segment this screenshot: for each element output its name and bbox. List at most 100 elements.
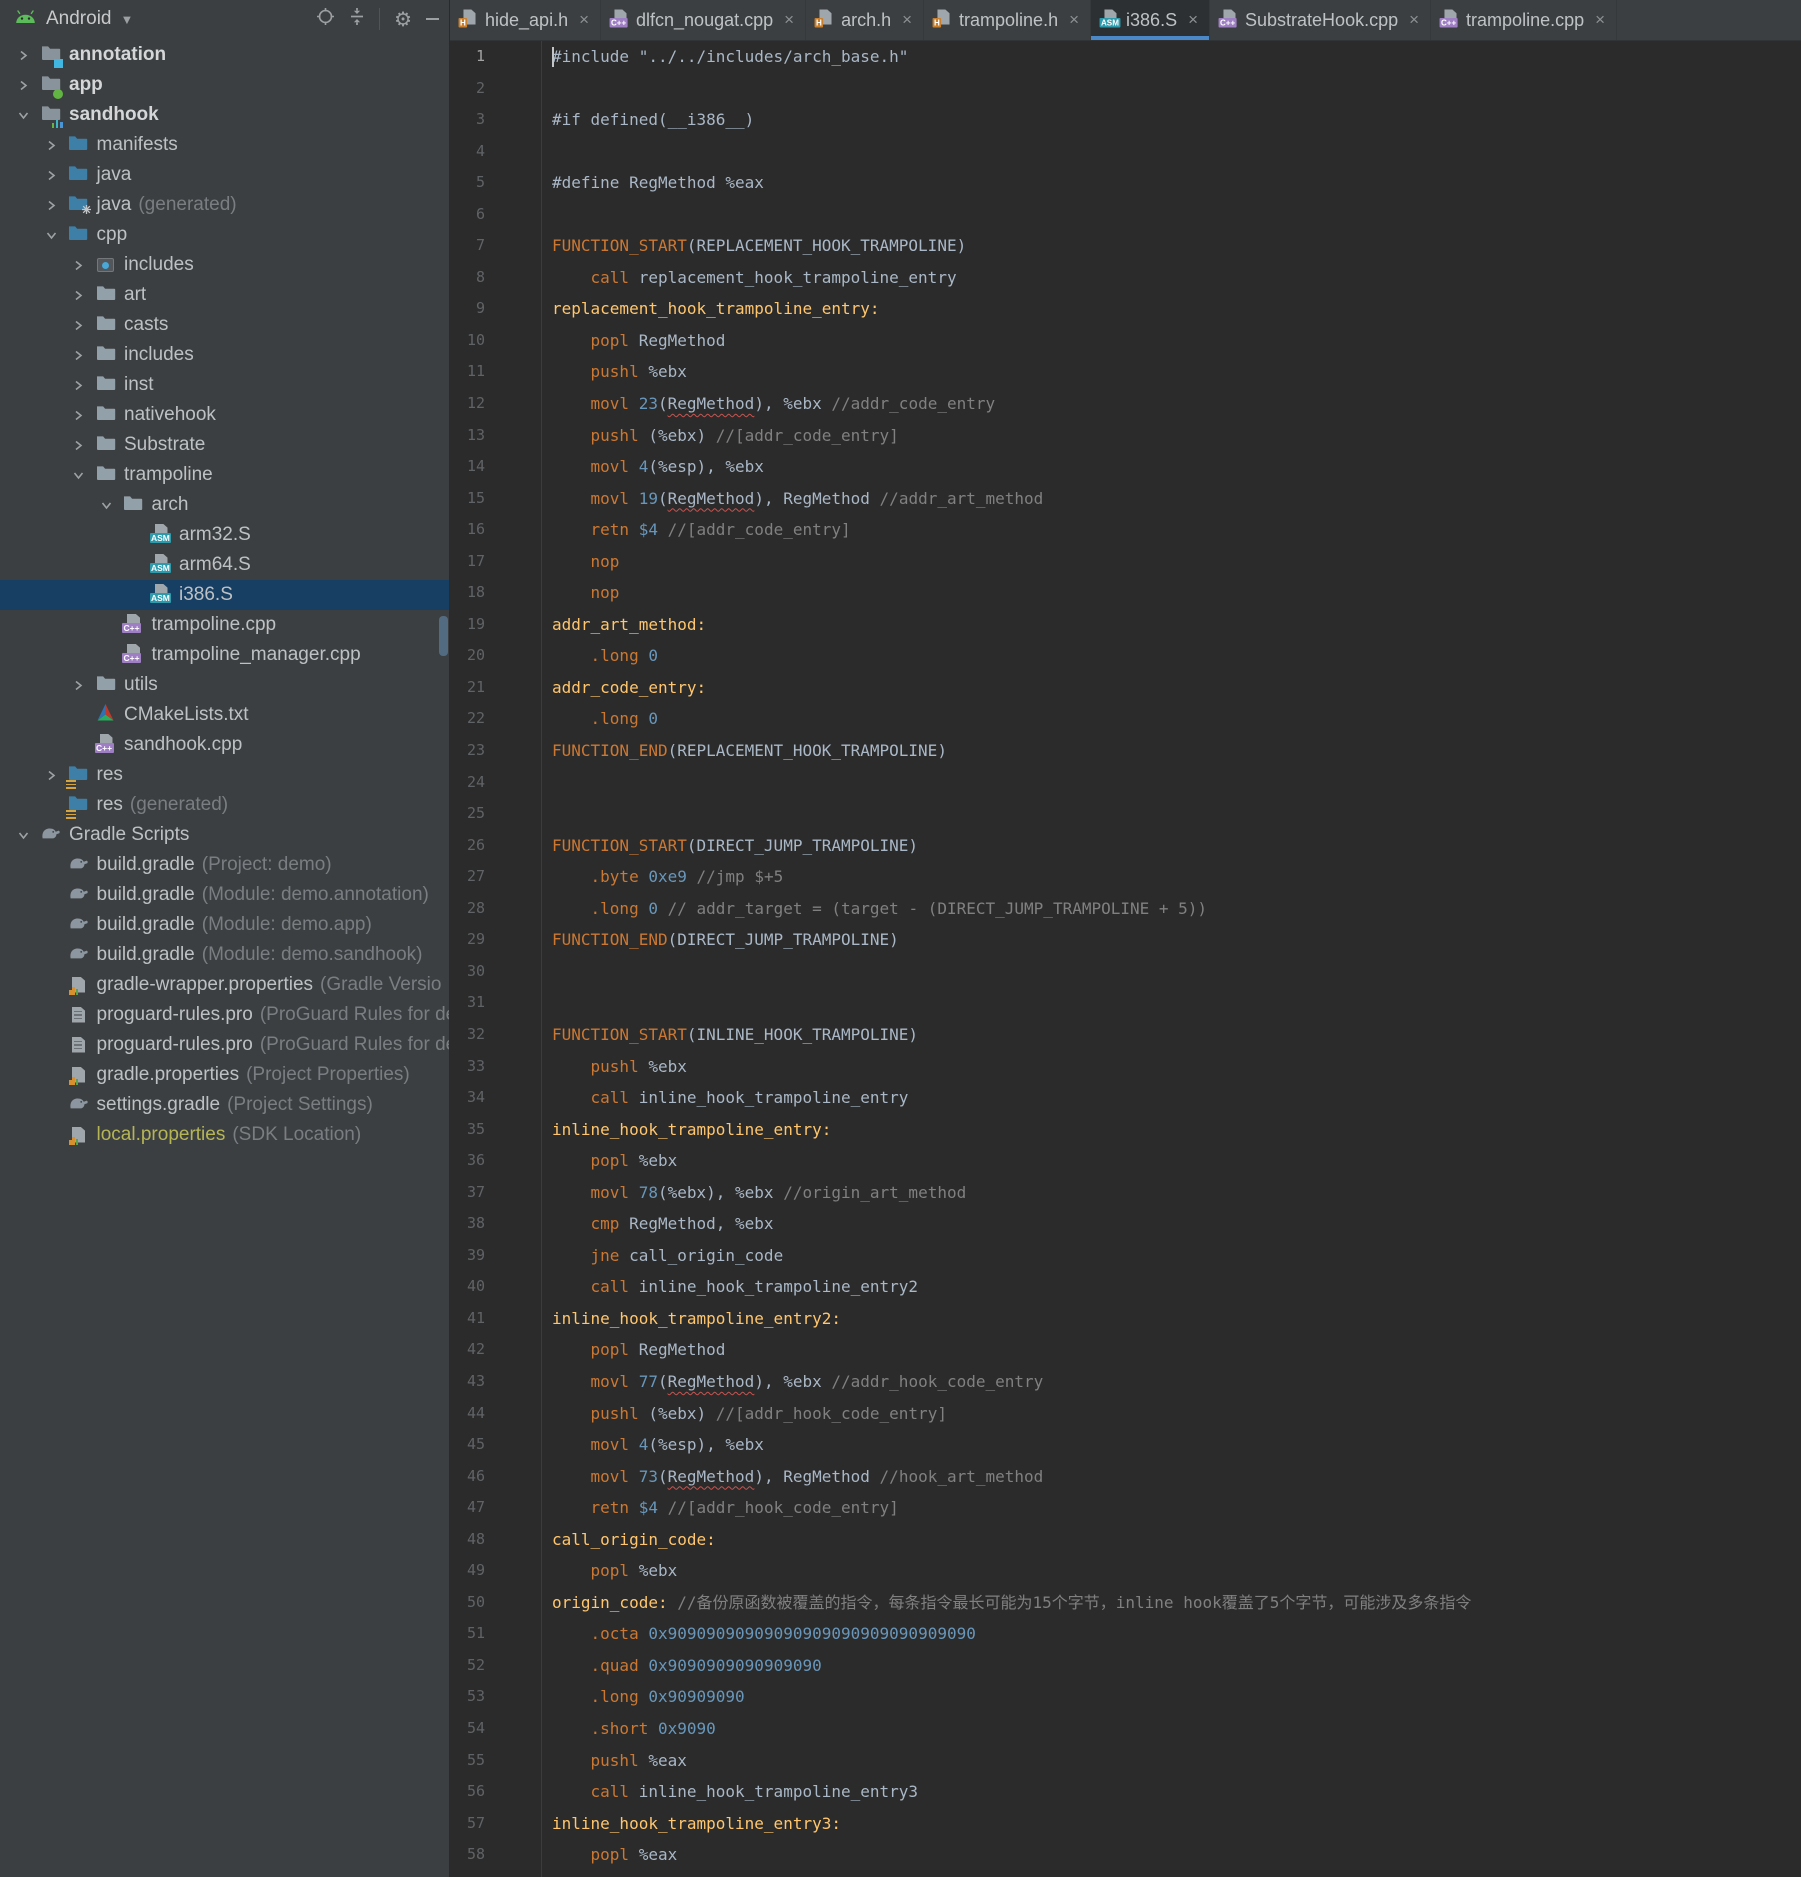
code-line-30[interactable]: 30 <box>450 955 1801 988</box>
gear-icon[interactable]: ⚙ <box>394 9 412 29</box>
code-line-17[interactable]: 17 nop <box>450 545 1801 578</box>
code-line-45[interactable]: 45 movl 4(%esp), %ebx <box>450 1429 1801 1461</box>
close-icon[interactable]: × <box>902 10 912 30</box>
code-line-53[interactable]: 53 .long 0x90909090 <box>450 1681 1801 1713</box>
chevron-down-icon[interactable] <box>101 500 123 511</box>
collapse-all-icon[interactable] <box>349 7 365 31</box>
tree-item-proguard-rules.pro[interactable]: proguard-rules.pro (ProGuard Rules for de <box>0 1000 449 1030</box>
tree-item-arm32.S[interactable]: ASM arm32.S <box>0 520 449 550</box>
close-icon[interactable]: × <box>579 10 589 30</box>
code-line-12[interactable]: 12 movl 23(RegMethod), %ebx //addr_code_… <box>450 388 1801 420</box>
code-line-55[interactable]: 55 pushl %eax <box>450 1744 1801 1777</box>
code-line-41[interactable]: 41 inline_hook_trampoline_entry2: <box>450 1302 1801 1335</box>
locate-file-icon[interactable] <box>316 7 335 31</box>
tree-item-arch[interactable]: arch <box>0 490 449 520</box>
tree-item-includes[interactable]: includes <box>0 340 449 370</box>
tree-item-sandhook[interactable]: sandhook <box>0 100 449 130</box>
tree-item-app[interactable]: app <box>0 70 449 100</box>
chevron-right-icon[interactable] <box>73 350 95 361</box>
tree-item-res[interactable]: res <box>0 760 449 790</box>
tree-item-includes[interactable]: includes <box>0 250 449 280</box>
code-line-46[interactable]: 46 movl 73(RegMethod), RegMethod //hook_… <box>450 1460 1801 1493</box>
code-line-9[interactable]: 9 replacement_hook_trampoline_entry: <box>450 293 1801 325</box>
chevron-right-icon[interactable] <box>73 680 95 691</box>
code-line-47[interactable]: 47 retn $4 //[addr_hook_code_entry] <box>450 1492 1801 1524</box>
code-line-58[interactable]: 58 popl %eax <box>450 1839 1801 1871</box>
tree-item-annotation[interactable]: annotation <box>0 40 449 70</box>
tree-item-trampoline.cpp[interactable]: C++ trampoline.cpp <box>0 610 449 640</box>
code-line-38[interactable]: 38 cmp RegMethod, %ebx <box>450 1208 1801 1240</box>
code-line-48[interactable]: 48 call_origin_code: <box>450 1523 1801 1556</box>
chevron-right-icon[interactable] <box>46 200 68 211</box>
tree-item-java[interactable]: java <box>0 160 449 190</box>
code-line-7[interactable]: 7 FUNCTION_START(REPLACEMENT_HOOK_TRAMPOL… <box>450 230 1801 262</box>
code-line-13[interactable]: 13 pushl (%ebx) //[addr_code_entry] <box>450 419 1801 452</box>
code-line-35[interactable]: 35 inline_hook_trampoline_entry: <box>450 1113 1801 1146</box>
code-line-36[interactable]: 36 popl %ebx <box>450 1145 1801 1177</box>
code-line-40[interactable]: 40 call inline_hook_trampoline_entry2 <box>450 1271 1801 1303</box>
tab-SubstrateHook.cpp[interactable]: C++ SubstrateHook.cpp × <box>1210 0 1432 40</box>
close-icon[interactable]: × <box>784 10 794 30</box>
chevron-right-icon[interactable] <box>18 50 40 61</box>
project-scrollbar-thumb[interactable] <box>439 616 448 656</box>
chevron-right-icon[interactable] <box>73 320 95 331</box>
tree-item-inst[interactable]: inst <box>0 370 449 400</box>
tree-item-build.gradle[interactable]: build.gradle (Module: demo.app) <box>0 910 449 940</box>
tree-item-i386.S[interactable]: ASM i386.S <box>0 580 449 610</box>
code-line-22[interactable]: 22 .long 0 <box>450 703 1801 736</box>
chevron-right-icon[interactable] <box>73 260 95 271</box>
code-editor[interactable]: 1 #include "../../includes/arch_base.h" 2 3… <box>450 41 1801 1877</box>
tab-arch.h[interactable]: Harch.h × <box>806 0 925 40</box>
code-line-2[interactable]: 2 <box>450 72 1801 105</box>
code-line-16[interactable]: 16 retn $4 //[addr_code_entry] <box>450 514 1801 546</box>
tree-item-build.gradle[interactable]: build.gradle (Project: demo) <box>0 850 449 880</box>
chevron-right-icon[interactable] <box>73 440 95 451</box>
code-line-28[interactable]: 28 .long 0 // addr_target = (target - (D… <box>450 892 1801 925</box>
tab-trampoline.h[interactable]: Htrampoline.h × <box>924 0 1092 40</box>
close-icon[interactable]: × <box>1595 10 1605 30</box>
code-line-51[interactable]: 51 .octa 0x90909090909090909090909090909… <box>450 1618 1801 1650</box>
code-line-34[interactable]: 34 call inline_hook_trampoline_entry <box>450 1082 1801 1114</box>
code-line-52[interactable]: 52 .quad 0x9090909090909090 <box>450 1649 1801 1682</box>
tree-item-Gradle-Scripts[interactable]: Gradle Scripts <box>0 820 449 850</box>
tab-i386.S[interactable]: ASM i386.S × <box>1091 0 1211 40</box>
code-line-32[interactable]: 32 FUNCTION_START(INLINE_HOOK_TRAMPOLINE) <box>450 1018 1801 1051</box>
code-line-10[interactable]: 10 popl RegMethod <box>450 324 1801 357</box>
code-line-26[interactable]: 26 FUNCTION_START(DIRECT_JUMP_TRAMPOLINE) <box>450 829 1801 862</box>
code-line-25[interactable]: 25 <box>450 798 1801 830</box>
chevron-right-icon[interactable] <box>46 170 68 181</box>
code-line-19[interactable]: 19 addr_art_method: <box>450 608 1801 641</box>
chevron-right-icon[interactable] <box>73 290 95 301</box>
tree-item-cpp[interactable]: cpp <box>0 220 449 250</box>
code-line-44[interactable]: 44 pushl (%ebx) //[addr_hook_code_entry] <box>450 1397 1801 1430</box>
tree-item-Substrate[interactable]: Substrate <box>0 430 449 460</box>
tree-item-build.gradle[interactable]: build.gradle (Module: demo.annotation) <box>0 880 449 910</box>
tree-item-nativehook[interactable]: nativehook <box>0 400 449 430</box>
chevron-right-icon[interactable] <box>73 380 95 391</box>
tree-item-gradle.properties[interactable]: gradle.properties (Project Properties) <box>0 1060 449 1090</box>
tab-dlfcn_nougat.cpp[interactable]: C++ dlfcn_nougat.cpp × <box>601 0 807 40</box>
code-line-1[interactable]: 1 #include "../../includes/arch_base.h" <box>450 41 1801 73</box>
tree-item-res[interactable]: res (generated) <box>0 790 449 820</box>
tab-trampoline.cpp[interactable]: C++ trampoline.cpp × <box>1431 0 1618 40</box>
code-line-54[interactable]: 54 .short 0x9090 <box>450 1712 1801 1745</box>
code-line-49[interactable]: 49 popl %ebx <box>450 1555 1801 1587</box>
code-line-24[interactable]: 24 <box>450 766 1801 799</box>
chevron-right-icon[interactable] <box>73 410 95 421</box>
project-view-selector[interactable]: Android <box>46 8 112 30</box>
tree-item-art[interactable]: art <box>0 280 449 310</box>
code-line-11[interactable]: 11 pushl %ebx <box>450 356 1801 389</box>
code-line-39[interactable]: 39 jne call_origin_code <box>450 1239 1801 1272</box>
code-line-4[interactable]: 4 <box>450 135 1801 168</box>
close-icon[interactable]: × <box>1409 10 1419 30</box>
chevron-right-icon[interactable] <box>46 140 68 151</box>
tree-item-trampoline[interactable]: trampoline <box>0 460 449 490</box>
chevron-right-icon[interactable] <box>46 770 68 781</box>
tree-item-CMakeLists.txt[interactable]: CMakeLists.txt <box>0 700 449 730</box>
code-line-27[interactable]: 27 .byte 0xe9 //jmp $+5 <box>450 861 1801 893</box>
tree-item-build.gradle[interactable]: build.gradle (Module: demo.sandhook) <box>0 940 449 970</box>
tree-item-settings.gradle[interactable]: settings.gradle (Project Settings) <box>0 1090 449 1120</box>
code-line-29[interactable]: 29 FUNCTION_END(DIRECT_JUMP_TRAMPOLINE) <box>450 924 1801 956</box>
code-line-43[interactable]: 43 movl 77(RegMethod), %ebx //addr_hook_… <box>450 1365 1801 1398</box>
tree-item-proguard-rules.pro[interactable]: proguard-rules.pro (ProGuard Rules for de <box>0 1030 449 1060</box>
